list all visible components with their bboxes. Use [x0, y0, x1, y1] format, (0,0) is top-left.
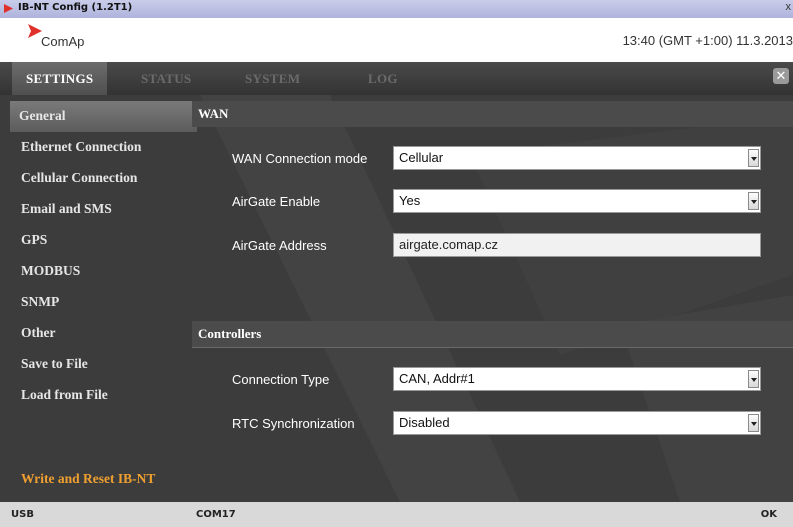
airgate-enable-select[interactable]: Yes: [393, 189, 761, 213]
write-and-reset-button[interactable]: Write and Reset IB-NT: [21, 471, 155, 487]
settings-sidebar: General Ethernet Connection Cellular Con…: [10, 101, 197, 411]
rtc-synchronization-label: RTC Synchronization: [232, 416, 355, 431]
tab-system[interactable]: SYSTEM: [245, 62, 300, 95]
settings-content: General Ethernet Connection Cellular Con…: [0, 95, 793, 502]
status-connection: USB: [11, 509, 34, 520]
window-title: IB-NT Config (1.2T1): [18, 2, 133, 13]
window-title-bar: IB-NT Config (1.2T1) x: [0, 0, 793, 18]
sidebar-item-general[interactable]: General: [10, 101, 197, 132]
tab-settings[interactable]: SETTINGS: [12, 62, 108, 95]
airgate-address-value: airgate.comap.cz: [399, 237, 498, 252]
chevron-down-icon[interactable]: [748, 192, 759, 210]
sidebar-item-email-and-sms[interactable]: Email and SMS: [12, 194, 188, 225]
chevron-down-icon[interactable]: [748, 414, 759, 432]
wan-connection-mode-label: WAN Connection mode: [232, 151, 368, 166]
close-icon[interactable]: ✕: [773, 68, 789, 84]
sidebar-item-modbus[interactable]: MODBUS: [12, 256, 188, 287]
airgate-address-label: AirGate Address: [232, 238, 327, 253]
sidebar-item-other[interactable]: Other: [12, 318, 188, 349]
window-close-button[interactable]: x: [786, 1, 792, 13]
airgate-enable-value: Yes: [399, 193, 421, 208]
app-icon: [4, 4, 13, 13]
airgate-address-field: airgate.comap.cz: [393, 233, 761, 257]
sidebar-item-load-from-file[interactable]: Load from File: [12, 380, 188, 411]
datetime-display: 13:40 (GMT +1:00) 11.3.2013: [622, 33, 793, 48]
chevron-down-icon[interactable]: [748, 149, 759, 167]
connection-type-label: Connection Type: [232, 372, 330, 387]
controllers-section-title: Controllers: [192, 321, 793, 347]
rtc-synchronization-value: Disabled: [399, 415, 450, 430]
status-ok: OK: [760, 509, 777, 520]
tab-log[interactable]: LOG: [368, 62, 398, 95]
section-divider: [192, 347, 793, 348]
sidebar-item-cellular-connection[interactable]: Cellular Connection: [12, 163, 188, 194]
sidebar-item-snmp[interactable]: SNMP: [12, 287, 188, 318]
tab-status[interactable]: STATUS: [141, 62, 191, 95]
sidebar-item-save-to-file[interactable]: Save to File: [12, 349, 188, 380]
airgate-enable-label: AirGate Enable: [232, 194, 321, 209]
brand-name: ComAp: [41, 34, 85, 49]
sidebar-item-ethernet-connection[interactable]: Ethernet Connection: [12, 132, 188, 163]
status-bar: USB COM17 OK: [0, 502, 793, 527]
wan-connection-mode-value: Cellular: [399, 150, 444, 165]
wan-connection-mode-select[interactable]: Cellular: [393, 146, 761, 170]
status-port: COM17: [196, 509, 236, 520]
wan-section-title: WAN: [192, 101, 793, 127]
connection-type-value: CAN, Addr#1: [399, 371, 475, 386]
rtc-synchronization-select[interactable]: Disabled: [393, 411, 761, 435]
main-tab-strip: SETTINGS STATUS SYSTEM LOG ✕: [0, 62, 793, 95]
chevron-down-icon[interactable]: [748, 370, 759, 388]
comap-logo: ComAp: [26, 23, 96, 57]
sidebar-item-gps[interactable]: GPS: [12, 225, 188, 256]
connection-type-select[interactable]: CAN, Addr#1: [393, 367, 761, 391]
